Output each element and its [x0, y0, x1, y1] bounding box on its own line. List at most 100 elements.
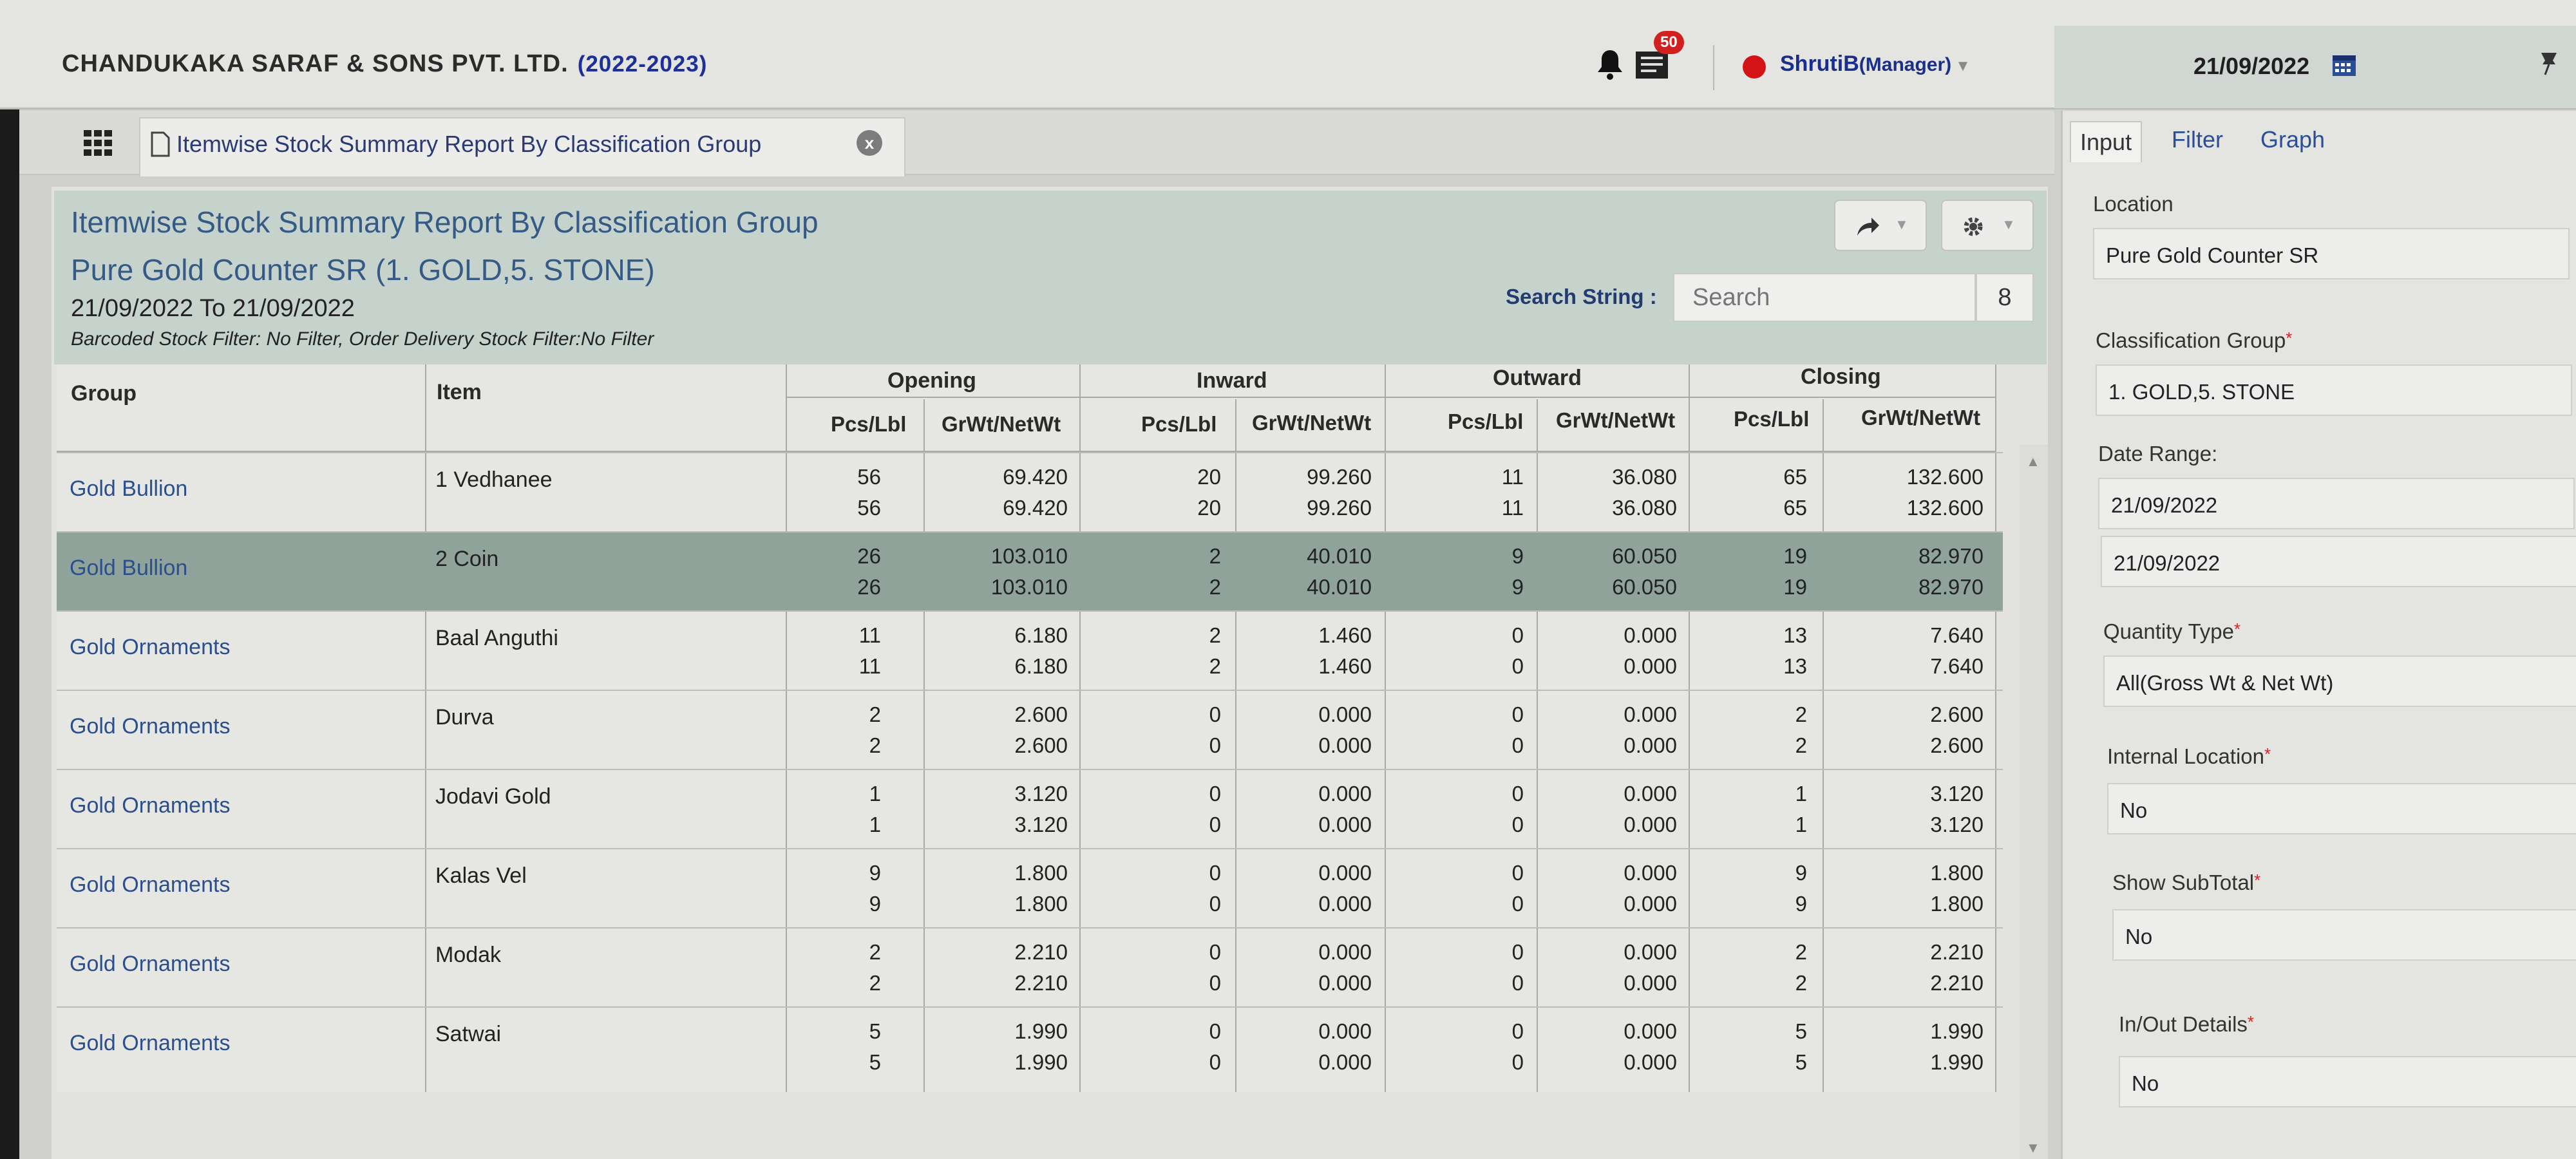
scroll-up-icon[interactable]: ▲ [2026, 453, 2040, 470]
cell-op-p-1: 56 [857, 465, 881, 489]
table-scrollbar[interactable]: ▲ ▼ [2020, 444, 2048, 1159]
calendar-icon[interactable] [2331, 52, 2357, 77]
chevron-down-icon: ▼ [1955, 57, 1971, 75]
subheader-outward-wt: GrWt/NetWt [1556, 408, 1676, 432]
quantity-type-field[interactable]: All(Gross Wt & Net Wt) [2103, 655, 2576, 707]
subheader-opening-wt: GrWt/NetWt [942, 412, 1061, 436]
date-box [2054, 26, 2576, 108]
col-header-item[interactable]: Item [437, 380, 482, 405]
cell-out-p-1: 9 [1511, 544, 1524, 568]
cell-cl-p-1: 13 [1783, 623, 1807, 647]
cell-cl-p-1: 9 [1795, 861, 1807, 885]
left-edge-strip [0, 0, 19, 1159]
cell-out-w-2: 0.000 [1624, 971, 1677, 995]
cell-in-p-2: 20 [1197, 496, 1221, 520]
cell-op-p-2: 1 [869, 813, 881, 836]
cell-cl-w-1: 1.800 [1930, 861, 1984, 885]
cell-in-p-1: 2 [1209, 544, 1221, 568]
cell-op-p-1: 5 [869, 1019, 881, 1043]
cell-group[interactable]: Gold Ornaments [70, 714, 230, 739]
required-mark: * [2264, 744, 2271, 764]
cell-out-p-2: 0 [1511, 971, 1524, 995]
cell-group[interactable]: Gold Ornaments [70, 1031, 230, 1056]
cell-out-w-2: 60.050 [1612, 575, 1677, 599]
close-icon[interactable]: x [857, 130, 882, 156]
internal-location-field[interactable]: No [2107, 783, 2576, 834]
cell-op-p-2: 11 [858, 654, 881, 678]
cell-in-w-2: 0.000 [1318, 733, 1372, 757]
search-result-count: 8 [1976, 273, 2034, 322]
cell-op-w-2: 6.180 [1014, 654, 1068, 678]
cell-in-w-1: 0.000 [1318, 782, 1372, 806]
cell-group[interactable]: Gold Ornaments [70, 635, 230, 660]
cell-in-w-1: 99.260 [1307, 465, 1372, 489]
cell-cl-w-2: 132.600 [1906, 496, 1984, 520]
settings-button[interactable]: ▼ [1941, 200, 2034, 251]
show-subtotal-field[interactable]: No [2112, 909, 2576, 961]
cell-out-p-2: 0 [1511, 892, 1524, 916]
cell-group[interactable]: Gold Bullion [70, 476, 187, 502]
subheader-opening-pcs: Pcs/Lbl [831, 412, 907, 436]
pin-icon[interactable] [2536, 50, 2562, 76]
required-mark: * [2234, 619, 2241, 639]
search-input[interactable] [1673, 273, 1976, 322]
company-name: CHANDUKAKA SARAF & SONS PVT. LTD. (2022-2… [62, 50, 708, 77]
cell-group[interactable]: Gold Bullion [70, 556, 187, 581]
cell-item: 1 Vedhanee [435, 467, 553, 492]
cell-in-w-2: 0.000 [1318, 1050, 1372, 1074]
cell-in-w-2: 99.260 [1307, 496, 1372, 520]
report-title: Itemwise Stock Summary Report By Classif… [71, 205, 819, 239]
cell-out-w-1: 0.000 [1624, 702, 1677, 726]
col-header-closing: Closing [1801, 364, 1881, 389]
cell-op-w-1: 103.010 [990, 544, 1068, 568]
cell-cl-p-2: 19 [1783, 575, 1807, 599]
cell-op-w-1: 69.420 [1003, 465, 1068, 489]
cell-cl-w-1: 1.990 [1930, 1019, 1984, 1043]
classification-field[interactable]: 1. GOLD,5. STONE [2096, 364, 2572, 416]
date-from-field[interactable]: 21/09/2022 [2098, 478, 2575, 529]
cell-cl-p-1: 1 [1795, 782, 1807, 806]
panel-tab-input[interactable]: Input [2070, 121, 2143, 162]
task-list-icon[interactable] [1636, 52, 1668, 79]
cell-group[interactable]: Gold Ornaments [70, 872, 230, 898]
cell-group[interactable]: Gold Ornaments [70, 952, 230, 977]
cell-in-p-2: 0 [1209, 971, 1221, 995]
cell-out-p-1: 0 [1511, 1019, 1524, 1043]
cell-group[interactable]: Gold Ornaments [70, 793, 230, 818]
location-field[interactable]: Pure Gold Counter SR [2093, 228, 2570, 279]
cell-op-p-2: 5 [869, 1050, 881, 1074]
cell-cl-p-2: 1 [1795, 813, 1807, 836]
cell-out-p-2: 0 [1511, 1050, 1524, 1074]
subheader-outward-pcs: Pcs/Lbl [1448, 410, 1524, 433]
cell-cl-p-2: 9 [1795, 892, 1807, 916]
scroll-down-icon[interactable]: ▼ [2026, 1140, 2040, 1156]
cell-in-w-1: 0.000 [1318, 1019, 1372, 1043]
required-mark: * [2286, 328, 2293, 348]
share-button[interactable]: ▼ [1834, 200, 1927, 251]
date-to-field[interactable]: 21/09/2022 [2101, 536, 2576, 587]
cell-out-p-2: 0 [1511, 813, 1524, 836]
cell-in-w-1: 0.000 [1318, 940, 1372, 964]
col-header-inward: Inward [1197, 368, 1267, 393]
subheader-closing-pcs: Pcs/Lbl [1734, 407, 1810, 431]
cell-in-w-2: 40.010 [1307, 575, 1372, 599]
panel-tab-graph[interactable]: Graph [2260, 126, 2325, 153]
apps-grid-icon[interactable] [84, 130, 112, 156]
col-header-group[interactable]: Group [71, 381, 137, 406]
cell-in-p-2: 0 [1209, 733, 1221, 757]
user-menu[interactable]: ShrutiB(Manager) ▼ [1780, 52, 1971, 77]
panel-tab-filter[interactable]: Filter [2172, 126, 2223, 153]
cell-op-w-1: 1.800 [1014, 861, 1068, 885]
col-header-opening: Opening [887, 368, 976, 393]
cell-cl-w-1: 82.970 [1918, 544, 1984, 568]
cell-op-w-1: 1.990 [1014, 1019, 1068, 1043]
chevron-down-icon: ▼ [1895, 216, 1909, 232]
cell-in-p-1: 0 [1209, 861, 1221, 885]
cell-op-p-1: 9 [869, 861, 881, 885]
cell-in-w-2: 0.000 [1318, 892, 1372, 916]
gear-icon [1964, 217, 1983, 236]
cell-in-p-1: 0 [1209, 702, 1221, 726]
bell-icon[interactable] [1596, 48, 1624, 81]
inout-details-field[interactable]: No [2119, 1056, 2576, 1107]
header-divider-line [786, 397, 1996, 398]
